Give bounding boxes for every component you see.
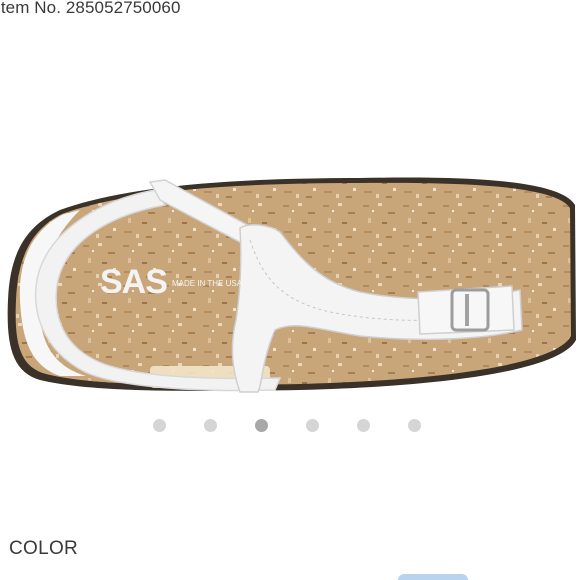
carousel-dot-2[interactable] xyxy=(204,419,217,432)
product-image[interactable]: SAS MADE IN THE USA xyxy=(0,150,580,400)
product-page: Item No. 285052750060 SAS MADE IN THE US… xyxy=(0,0,580,580)
carousel-dot-1[interactable] xyxy=(153,419,166,432)
color-label: COLOR xyxy=(9,538,79,559)
carousel-dot-4[interactable] xyxy=(306,419,319,432)
carousel-dot-5[interactable] xyxy=(357,419,370,432)
carousel-dot-6[interactable] xyxy=(408,419,421,432)
origin-text: MADE IN THE USA xyxy=(172,279,243,288)
carousel-dot-3[interactable] xyxy=(255,419,268,432)
color-swatch[interactable] xyxy=(398,574,468,580)
item-number: Item No. 285052750060 xyxy=(0,0,181,17)
brand-logo: SAS xyxy=(100,263,167,301)
image-carousel-dots xyxy=(0,418,580,434)
